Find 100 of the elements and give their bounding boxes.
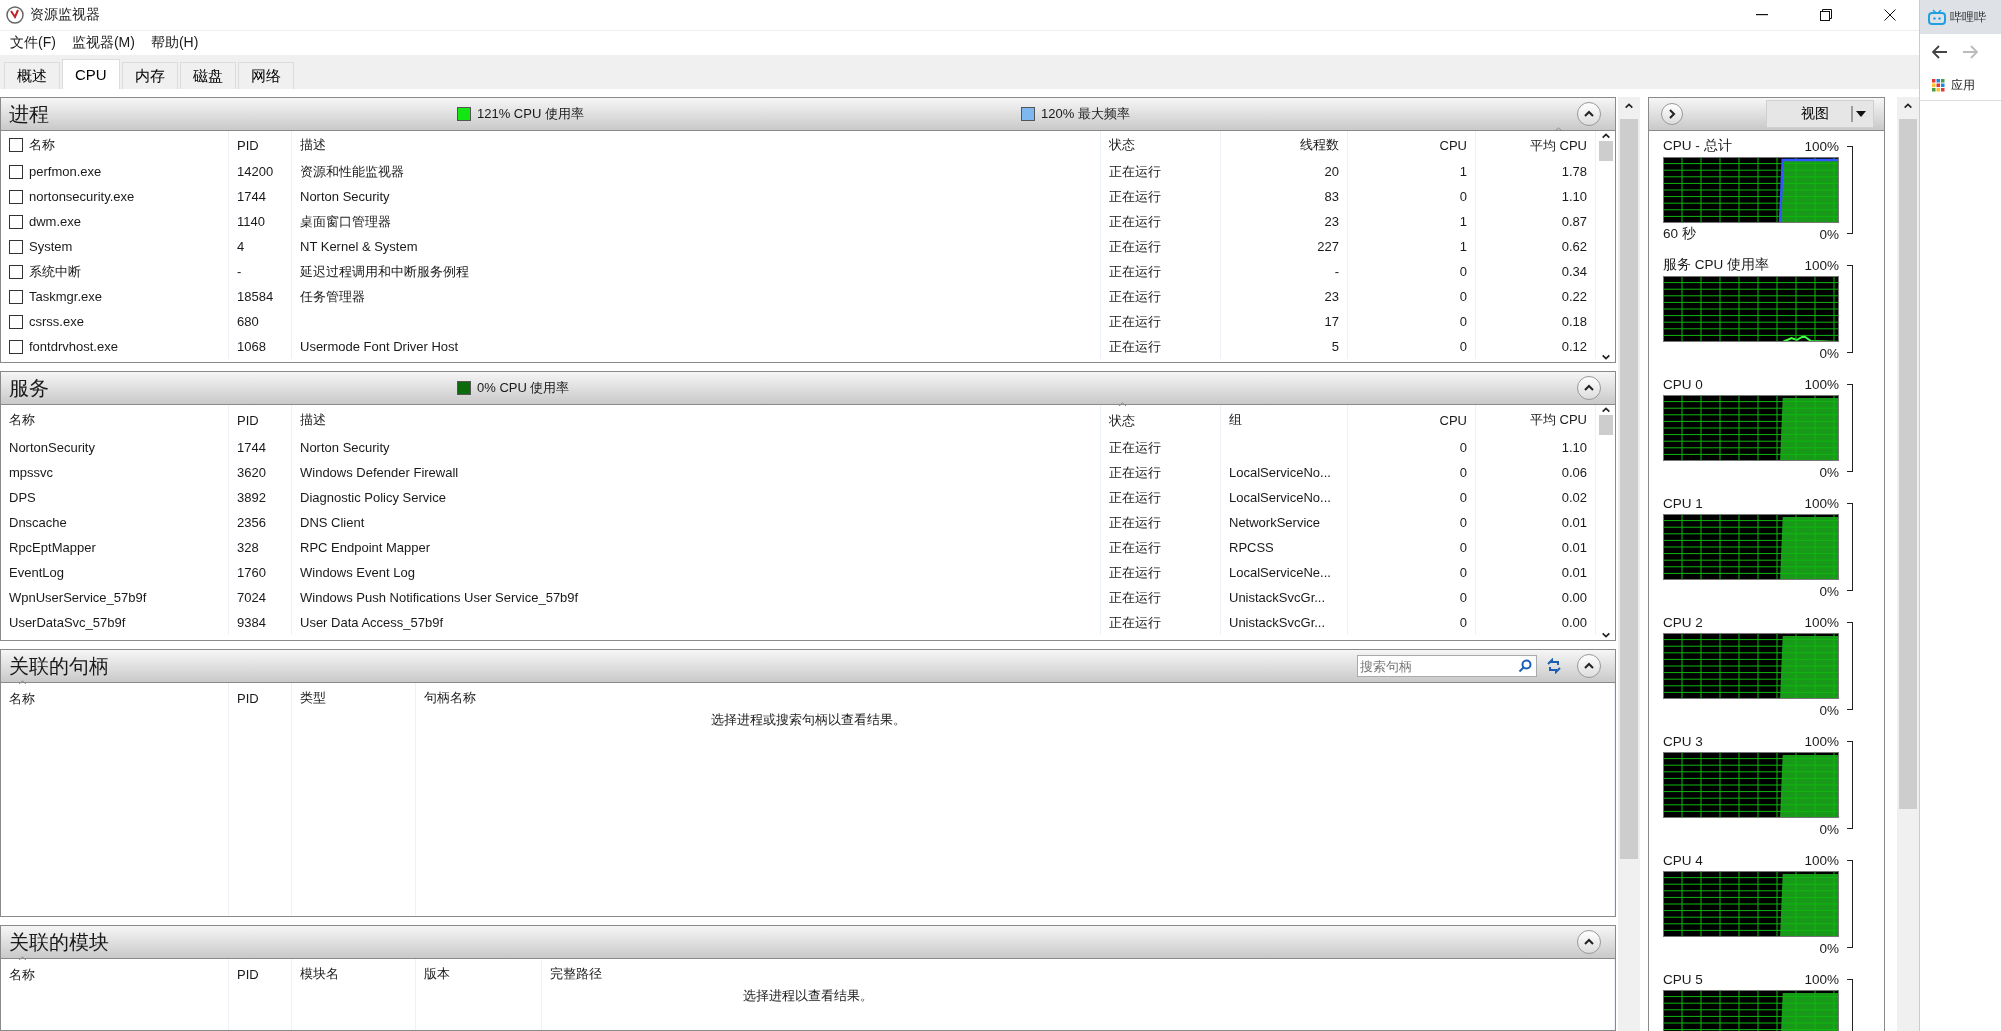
checkbox[interactable] — [9, 314, 23, 329]
table-cell: 0.22 — [1561, 289, 1587, 304]
panel-header[interactable]: 关联的句柄 搜索句柄 — [1, 650, 1615, 683]
column-header[interactable]: PID — [237, 412, 259, 428]
table-cell: 桌面窗口管理器 — [300, 212, 391, 231]
scroll-thumb[interactable] — [1599, 141, 1613, 161]
panel-title: 关联的句柄 — [8, 653, 110, 679]
scrollbar[interactable] — [1596, 131, 1615, 362]
checkbox[interactable] — [9, 164, 23, 179]
column-header[interactable]: 组 — [1229, 411, 1242, 429]
column-header[interactable]: 句柄名称 — [424, 689, 476, 707]
bookmark-link[interactable]: 应用 — [1920, 70, 2001, 101]
graph-title: CPU - 总计 — [1663, 137, 1732, 155]
table-cell: 14200 — [237, 164, 274, 179]
menu-item[interactable]: 监视器(M) — [63, 34, 143, 52]
table-cell: 227 — [1317, 239, 1339, 254]
panel-header[interactable]: 关联的模块 — [1, 926, 1615, 959]
browser-tab[interactable]: 哔哩哔 — [1920, 0, 2001, 34]
column-header[interactable]: 状态 — [1109, 136, 1135, 154]
table-cell: Dnscache — [9, 515, 67, 530]
column-header[interactable]: 名称 — [29, 136, 55, 154]
scroll-thumb[interactable] — [1620, 119, 1638, 859]
column-header[interactable]: 名称 — [9, 956, 35, 984]
tab[interactable]: CPU — [62, 59, 120, 89]
sort-caret-icon — [1117, 402, 1127, 407]
table-cell: User Data Access_57b9f — [300, 615, 444, 630]
checkbox[interactable] — [9, 189, 23, 204]
column-header[interactable]: 名称 — [9, 411, 35, 429]
column-header[interactable]: 平均 CPU — [1529, 411, 1587, 429]
table-cell: 0.12 — [1561, 339, 1587, 354]
table-cell: 0 — [1459, 590, 1467, 605]
axis-min-label: 0% — [1819, 583, 1839, 599]
table-cell: 正在运行 — [1109, 212, 1161, 231]
table-cell: 正在运行 — [1109, 513, 1161, 532]
table-cell: NetworkService — [1229, 515, 1321, 530]
table-cell: 正在运行 — [1109, 312, 1161, 331]
column-header[interactable]: 模块名 — [300, 965, 339, 983]
table-cell: 680 — [237, 314, 259, 329]
table-cell: nortonsecurity.exe — [29, 189, 135, 204]
column-header[interactable]: 状态 — [1109, 402, 1135, 430]
panel-header[interactable]: 服务 0% CPU 使用率 — [1, 372, 1615, 405]
window-title: 资源监视器 — [30, 6, 100, 24]
sort-caret-icon — [17, 680, 27, 685]
view-dropdown[interactable]: 视图 — [1766, 100, 1874, 128]
close-icon — [1884, 9, 1896, 21]
column-header[interactable]: PID — [237, 966, 259, 982]
column-header[interactable]: 描述 — [300, 136, 326, 154]
table-cell: 0 — [1459, 540, 1467, 555]
table-cell: mpssvc — [9, 465, 54, 480]
tab[interactable]: 内存 — [122, 62, 178, 89]
scrollbar[interactable] — [1618, 97, 1640, 1031]
empty-message: 选择进程以查看结果。 — [743, 987, 873, 1005]
table-cell: Taskmgr.exe — [29, 289, 102, 304]
collapse-button[interactable] — [1577, 930, 1601, 954]
checkbox[interactable] — [9, 339, 23, 354]
checkbox[interactable] — [9, 214, 23, 229]
table-cell: Windows Defender Firewall — [300, 465, 459, 480]
column-header[interactable]: 描述 — [300, 411, 326, 429]
scrollbar[interactable] — [1897, 97, 1919, 1031]
column-header[interactable]: CPU — [1439, 137, 1467, 153]
axis-min-label: 0% — [1819, 464, 1839, 480]
table-cell: 0.06 — [1561, 465, 1587, 480]
table-cell: 1 — [1459, 214, 1467, 229]
scroll-thumb[interactable] — [1899, 119, 1917, 809]
table-cell: LocalServiceNe... — [1229, 565, 1331, 580]
table-cell: 0 — [1459, 314, 1467, 329]
tab[interactable]: 网络 — [238, 62, 294, 89]
panel-header[interactable]: 进程 121% CPU 使用率 120% 最大频率 — [1, 98, 1615, 131]
expand-button[interactable] — [1661, 103, 1683, 125]
empty-message: 选择进程或搜索句柄以查看结果。 — [710, 711, 906, 729]
tab[interactable]: 磁盘 — [180, 62, 236, 89]
back-icon[interactable] — [1932, 45, 1948, 59]
checkbox[interactable] — [9, 264, 23, 279]
checkbox[interactable] — [9, 239, 23, 254]
scrollbar[interactable] — [1596, 405, 1615, 640]
table-cell: Windows Push Notifications User Service_57b9f — [300, 590, 579, 605]
menu-item[interactable]: 文件(F) — [2, 34, 64, 52]
collapse-button[interactable] — [1577, 102, 1601, 126]
table-cell: fontdrvhost.exe — [29, 339, 118, 354]
search-field[interactable]: 搜索句柄 — [1357, 655, 1537, 677]
table-cell: 1 — [1459, 164, 1467, 179]
scroll-up-icon — [1624, 101, 1634, 111]
collapse-button[interactable] — [1577, 654, 1601, 678]
tab[interactable]: 概述 — [4, 62, 60, 89]
column-header[interactable]: PID — [237, 690, 259, 706]
scroll-thumb[interactable] — [1599, 415, 1613, 435]
graph-title: 服务 CPU 使用率 — [1663, 256, 1769, 274]
checkbox[interactable] — [9, 138, 23, 152]
column-header[interactable]: 完整路径 — [550, 965, 602, 983]
column-header[interactable]: 名称 — [9, 680, 35, 708]
checkbox[interactable] — [9, 289, 23, 304]
column-header[interactable]: 线程数 — [1300, 136, 1339, 154]
table-cell: perfmon.exe — [29, 164, 102, 179]
column-header[interactable]: 类型 — [300, 689, 326, 707]
collapse-button[interactable] — [1577, 376, 1601, 400]
table-cell: Diagnostic Policy Service — [300, 490, 446, 505]
column-header[interactable]: 版本 — [424, 965, 450, 983]
menu-item[interactable]: 帮助(H) — [142, 34, 207, 52]
column-header[interactable]: CPU — [1439, 412, 1467, 428]
column-header[interactable]: PID — [237, 137, 259, 153]
